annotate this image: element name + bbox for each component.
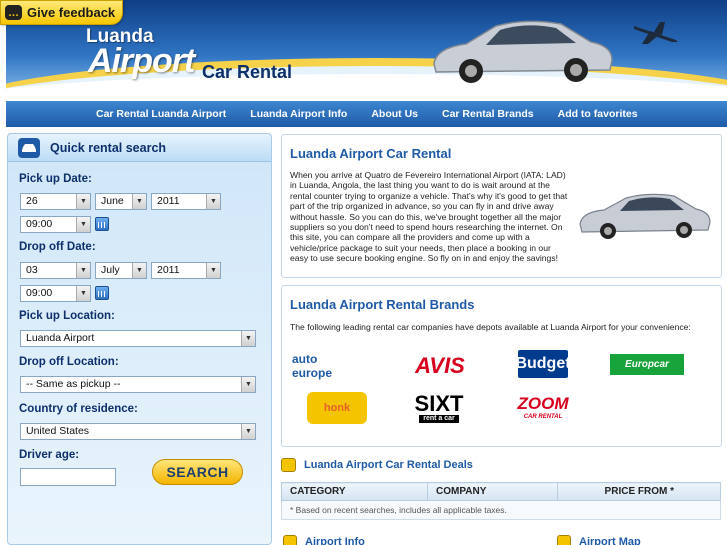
intro-panel: Luanda Airport Car Rental When you arriv… xyxy=(281,134,722,278)
logo-car-rental: Car Rental xyxy=(202,62,293,82)
dropoff-time-select[interactable]: 09:00 ▼ xyxy=(20,285,91,302)
driver-age-input[interactable] xyxy=(20,468,116,486)
car-image xyxy=(579,193,711,239)
brand-logo-sixt[interactable]: SIXT rent a car xyxy=(402,390,476,426)
pickup-month-select[interactable]: June ▼ xyxy=(95,193,147,210)
pickup-year-select[interactable]: 2011 ▼ xyxy=(151,193,221,210)
deals-title: Luanda Airport Car Rental Deals xyxy=(304,459,473,471)
dropoff-month-select[interactable]: July ▼ xyxy=(95,262,147,279)
logo-airport: Airport xyxy=(88,42,195,80)
pickup-calendar-icon[interactable] xyxy=(95,217,109,231)
brand-logo-europcar[interactable]: Europcar xyxy=(610,354,684,375)
search-button[interactable]: SEARCH xyxy=(152,459,243,485)
nav-luanda-airport-info[interactable]: Luanda Airport Info xyxy=(250,108,347,120)
pickup-location-label: Pick up Location: xyxy=(19,310,115,322)
airport-info-label: Airport Info xyxy=(305,536,365,545)
country-label: Country of residence: xyxy=(19,403,138,415)
dropoff-location-select[interactable]: -- Same as pickup -- ▼ xyxy=(20,376,256,393)
chevron-down-icon: ▼ xyxy=(76,217,90,232)
pickup-location-select[interactable]: Luanda Airport ▼ xyxy=(20,330,256,347)
driver-age-label: Driver age: xyxy=(19,449,80,461)
deals-table: CATEGORY COMPANY PRICE FROM * * Based on… xyxy=(281,482,721,520)
car-icon xyxy=(18,137,40,158)
quick-search-panel: Quick rental search Pick up Date: 26 ▼ Ju… xyxy=(7,133,272,545)
chevron-down-icon: ▼ xyxy=(132,263,146,278)
dropoff-location-label: Drop off Location: xyxy=(19,356,119,368)
airport-map-link[interactable]: Airport Map xyxy=(557,535,641,545)
col-category: CATEGORY xyxy=(281,482,428,501)
brand-logo-autoeurope[interactable]: auto europe xyxy=(292,352,354,380)
nav-add-to-favorites[interactable]: Add to favorites xyxy=(558,108,638,120)
pickup-date-label: Pick up Date: xyxy=(19,173,92,185)
chevron-down-icon: ▼ xyxy=(76,286,90,301)
chevron-down-icon: ▼ xyxy=(206,194,220,209)
chevron-down-icon: ▼ xyxy=(241,424,255,439)
nav-about-us[interactable]: About Us xyxy=(371,108,418,120)
chevron-down-icon: ▼ xyxy=(241,377,255,392)
chevron-down-icon: ▼ xyxy=(76,263,90,278)
map-icon xyxy=(557,535,571,545)
brands-text: The following leading rental car compani… xyxy=(290,322,691,332)
airplane-image xyxy=(634,22,678,44)
nav-car-rental-luanda-airport[interactable]: Car Rental Luanda Airport xyxy=(96,108,226,120)
intro-paragraph: When you arrive at Quatro de Fevereiro I… xyxy=(290,170,568,264)
quick-search-title: Quick rental search xyxy=(50,140,167,155)
quick-search-header: Quick rental search xyxy=(8,134,271,162)
intro-text: When you arrive at Quatro de Fevereiro I… xyxy=(290,170,714,264)
car-image xyxy=(433,20,613,83)
dropoff-calendar-icon[interactable] xyxy=(95,286,109,300)
nav-car-rental-brands[interactable]: Car Rental Brands xyxy=(442,108,534,120)
brands-panel: Luanda Airport Rental Brands The followi… xyxy=(281,285,722,447)
main-nav: Car Rental Luanda Airport Luanda Airport… xyxy=(6,101,727,127)
dropoff-day-select[interactable]: 03 ▼ xyxy=(20,262,91,279)
dropoff-year-select[interactable]: 2011 ▼ xyxy=(151,262,221,279)
airport-info-link[interactable]: Airport Info xyxy=(283,535,365,545)
airport-map-label: Airport Map xyxy=(579,536,641,545)
brand-logo-honk[interactable]: honk xyxy=(307,392,367,424)
pickup-time-select[interactable]: 09:00 ▼ xyxy=(20,216,91,233)
give-feedback-label: Give feedback xyxy=(27,5,116,20)
chevron-down-icon: ▼ xyxy=(132,194,146,209)
chevron-down-icon: ▼ xyxy=(241,331,255,346)
brands-title: Luanda Airport Rental Brands xyxy=(290,297,475,312)
dropoff-date-label: Drop off Date: xyxy=(19,241,96,253)
col-company: COMPANY xyxy=(427,482,558,501)
give-feedback-button[interactable]: … Give feedback xyxy=(0,0,123,25)
col-price-from: PRICE FROM * xyxy=(557,482,721,501)
brand-logo-avis[interactable]: AVIS xyxy=(412,352,468,380)
lock-icon xyxy=(281,458,296,472)
country-select[interactable]: United States ▼ xyxy=(20,423,256,440)
speech-bubble-icon: … xyxy=(5,5,22,20)
chevron-down-icon: ▼ xyxy=(76,194,90,209)
deals-section: Luanda Airport Car Rental Deals CATEGORY… xyxy=(281,455,722,520)
pickup-day-select[interactable]: 26 ▼ xyxy=(20,193,91,210)
brand-logo-budget[interactable]: Budget xyxy=(515,350,571,378)
brand-logo-zoom[interactable]: ZOOM CAR RENTAL xyxy=(512,392,574,424)
deals-footnote: * Based on recent searches, includes all… xyxy=(281,500,721,520)
intro-title: Luanda Airport Car Rental xyxy=(290,146,452,161)
chevron-down-icon: ▼ xyxy=(206,263,220,278)
info-icon xyxy=(283,535,297,545)
